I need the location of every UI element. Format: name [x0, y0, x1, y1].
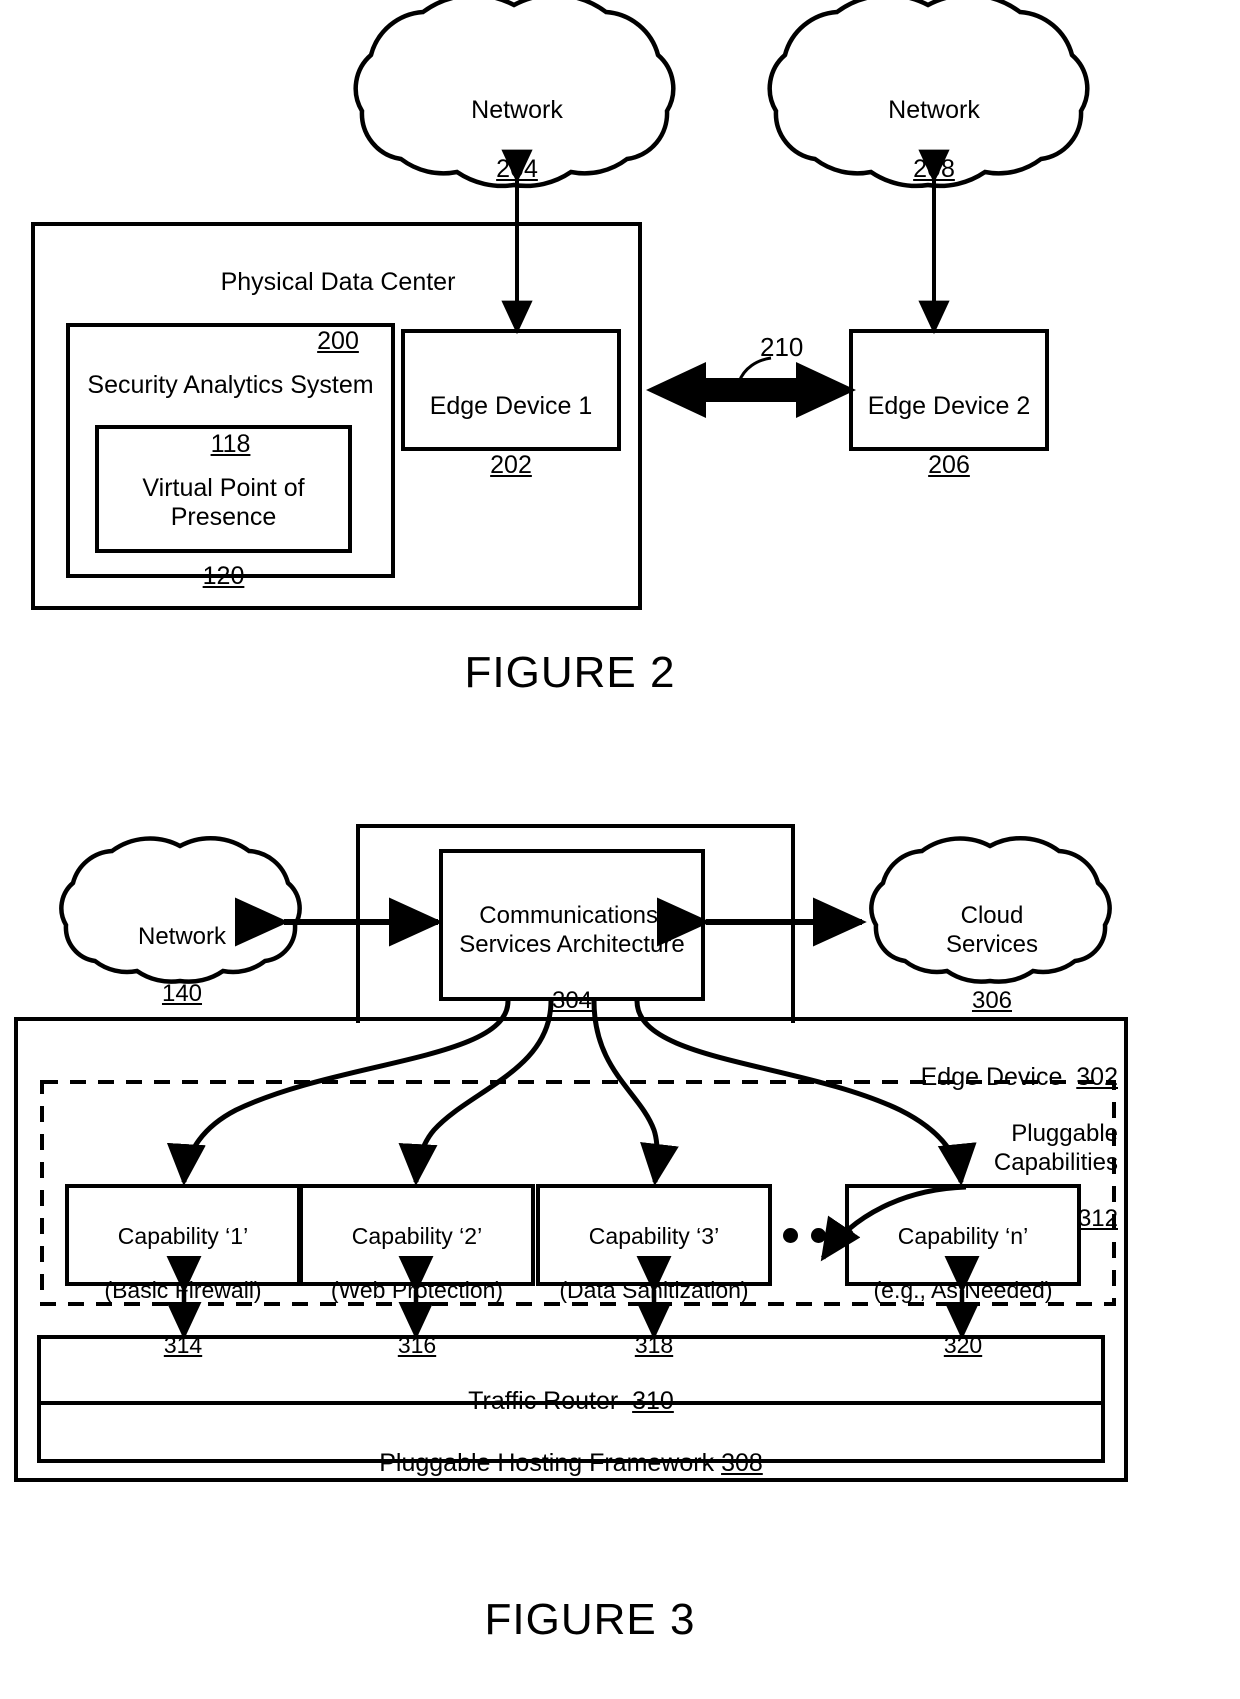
- edge-device-302-ref: 302: [1076, 1062, 1118, 1091]
- pluggable-hosting-framework-name: Pluggable Hosting Framework: [379, 1448, 715, 1477]
- pluggable-hosting-framework-ref: 308: [721, 1448, 763, 1477]
- capability-318-subtitle: (Data Sanitization): [559, 1277, 749, 1304]
- capability-314-title: Capability ‘1’: [117, 1223, 249, 1250]
- edge-device-2-ref: 206: [928, 450, 970, 479]
- cloud-services-ref: 306: [971, 987, 1013, 1015]
- traffic-router-name: Traffic Router: [468, 1386, 619, 1415]
- cloud-network-204-name: Network: [471, 95, 563, 124]
- cloud-network-208-ref: 208: [913, 154, 955, 183]
- capability-316-ref: 316: [397, 1331, 437, 1358]
- label-edge-device-1: Edge Device 1 202: [407, 362, 615, 510]
- security-analytics-system-name: Security Analytics System: [87, 370, 374, 399]
- capability-320-ref: 320: [943, 1331, 983, 1358]
- capability-318-title: Capability ‘3’: [588, 1223, 720, 1250]
- figure-2-caption: FIGURE 2: [464, 648, 676, 697]
- label-traffic-router: Traffic Router 310: [39, 1357, 1103, 1416]
- capability-316-title: Capability ‘2’: [351, 1223, 483, 1250]
- traffic-router-ref: 310: [632, 1386, 674, 1415]
- ellipsis-dot: [811, 1228, 826, 1243]
- label-communications-services-architecture: Communications/ Services Architecture 30…: [443, 874, 701, 1044]
- label-edge-device-302: Edge Device 302: [760, 1033, 1118, 1092]
- ellipsis-more-capabilities: [783, 1228, 854, 1243]
- comms-arch-ref: 304: [551, 987, 593, 1015]
- label-link-210: 210: [760, 332, 804, 362]
- ellipsis-dot: [839, 1228, 854, 1243]
- virtual-point-of-presence-ref: 120: [202, 562, 245, 590]
- label-edge-device-2: Edge Device 2 206: [855, 362, 1043, 510]
- label-virtual-point-of-presence: Virtual Point of Presence 120: [101, 444, 346, 621]
- arrow-edge1-edge2-210: [646, 362, 856, 418]
- edge-device-1-ref: 202: [490, 450, 532, 479]
- cloud-label-network-204: Network 204: [392, 66, 642, 214]
- edge-device-302-name: Edge Device: [920, 1062, 1063, 1091]
- edge-device-1-name: Edge Device 1: [429, 391, 593, 420]
- patent-figure-sheet: Network 204 Network 208 Physical Data Ce…: [0, 0, 1240, 1699]
- comms-arch-name: Communications/ Services Architecture: [459, 902, 685, 958]
- label-pluggable-hosting-framework: Pluggable Hosting Framework 308: [39, 1419, 1103, 1478]
- cloud-network-140-ref: 140: [161, 979, 203, 1007]
- virtual-point-of-presence-name: Virtual Point of Presence: [142, 473, 305, 532]
- cloud-services-name: Cloud Services: [945, 902, 1039, 958]
- cloud-label-network-208: Network 208: [809, 66, 1059, 214]
- capability-314-subtitle: (Basic Firewall): [104, 1277, 262, 1304]
- capability-320-title: Capability ‘n’: [897, 1223, 1029, 1250]
- capability-314-ref: 314: [163, 1331, 203, 1358]
- cloud-network-208-name: Network: [888, 95, 980, 124]
- capability-316-subtitle: (Web Protection): [330, 1277, 504, 1304]
- figure-3-caption: FIGURE 3: [484, 1595, 696, 1644]
- capability-320-subtitle: (e.g., As Needed): [873, 1277, 1053, 1304]
- edge-device-2-name: Edge Device 2: [867, 391, 1031, 420]
- cloud-network-140-name: Network: [137, 923, 227, 951]
- cloud-label-cloud-services: Cloud Services 306: [872, 874, 1112, 1044]
- capability-318-ref: 318: [634, 1331, 674, 1358]
- physical-data-center-name: Physical Data Center: [220, 267, 456, 296]
- cloud-network-204-ref: 204: [496, 154, 538, 183]
- cloud-label-network-140: Network 140: [62, 895, 302, 1037]
- pluggable-capabilities-name: Pluggable Capabilities: [993, 1120, 1118, 1176]
- ellipsis-dot: [783, 1228, 798, 1243]
